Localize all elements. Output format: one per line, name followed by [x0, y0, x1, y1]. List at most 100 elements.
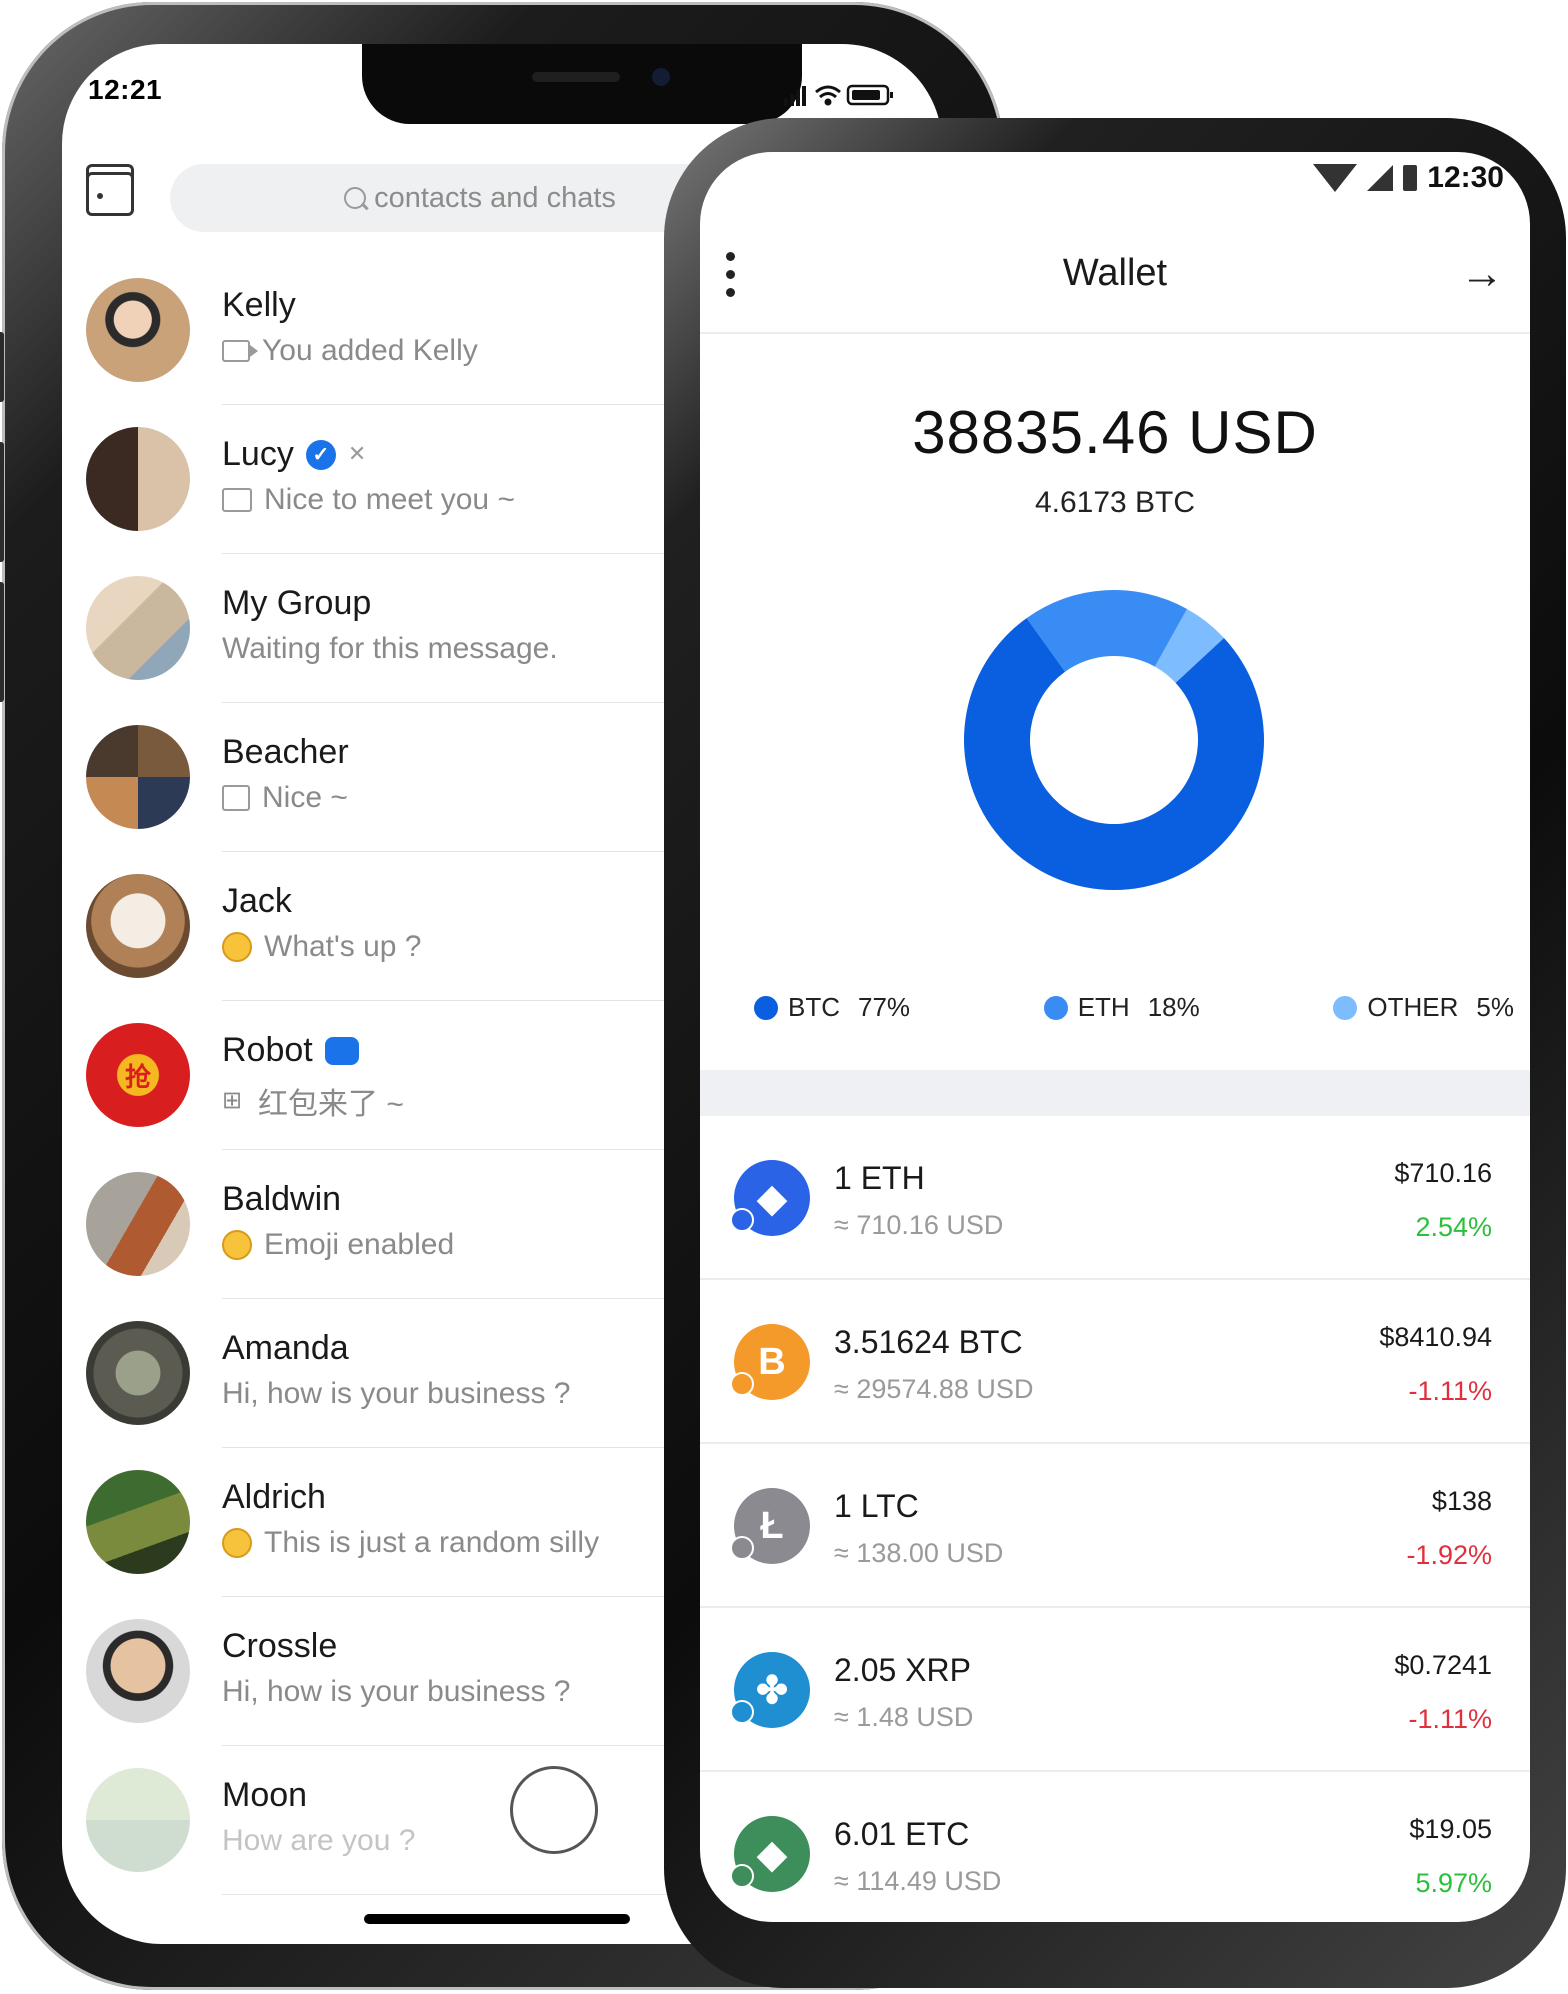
asset-price: $8410.94 [1379, 1322, 1492, 1352]
emoji-icon [222, 1528, 252, 1558]
chat-preview: Nice ~ [222, 781, 348, 815]
asset-price: $0.7241 [1394, 1650, 1492, 1680]
signal-icon [1367, 165, 1394, 191]
chat-preview: Emoji enabled [222, 1228, 454, 1262]
avatar [86, 427, 190, 531]
chat-preview: Nice to meet you ~ [222, 483, 515, 517]
asset-usd-value: ≈ 29574.88 USD [834, 1374, 1034, 1404]
legend-percent: 18% [1147, 992, 1200, 1022]
section-divider [700, 1070, 1530, 1116]
status-time: 12:30 [1427, 161, 1504, 194]
chat-name-text: Baldwin [222, 1180, 342, 1218]
legend-item: ETH 18% [1043, 992, 1200, 1023]
chat-name-text: Lucy [222, 435, 294, 473]
chat-name: Lucy ✓ ✕ [222, 435, 366, 474]
asset-row[interactable]: Ł 1 LTC ≈ 138.00 USD $138 -1.92% [700, 1444, 1530, 1608]
asset-row[interactable]: ✤ 2.05 XRP ≈ 1.48 USD $0.7241 -1.11% [700, 1608, 1530, 1772]
chat-preview-text: Nice to meet you ~ [264, 483, 515, 516]
app-icon: ⊞ [222, 1087, 243, 1114]
coin-icon: ◆ [730, 1160, 810, 1236]
mute-icon: ✕ [347, 442, 367, 467]
legend-label: ETH [1077, 992, 1130, 1022]
wallet-icon[interactable] [86, 164, 134, 216]
chat-name: Jack [222, 882, 292, 921]
avatar [86, 1321, 190, 1425]
avatar-text: 抢 [124, 1061, 151, 1092]
coin-badge-icon [730, 1536, 754, 1560]
allocation-donut-chart [964, 590, 1264, 890]
chat-name: Baldwin [222, 1180, 341, 1219]
asset-amount: 3.51624 BTC [834, 1324, 1023, 1360]
assistive-touch-button[interactable] [510, 1766, 598, 1854]
avatar [86, 1768, 190, 1872]
chat-name-text: Amanda [222, 1329, 349, 1367]
chat-name-text: Kelly [222, 286, 296, 324]
wallet-screen: 12:30 Wallet → 38835.46 USD 4.6173 BTC B… [700, 152, 1530, 1922]
emoji-icon [222, 1230, 252, 1260]
coin-badge-icon [730, 1700, 754, 1724]
chat-preview-text: Emoji enabled [264, 1228, 455, 1261]
wifi-icon [815, 85, 841, 106]
avatar [86, 278, 190, 382]
asset-row[interactable]: ◆ 1 ETH ≈ 710.16 USD $710.16 2.54% [700, 1116, 1530, 1280]
asset-usd-value: ≈ 1.48 USD [834, 1702, 974, 1732]
emoji-icon [222, 932, 252, 962]
chat-name: Aldrich [222, 1478, 326, 1517]
asset-change: 5.97% [1415, 1868, 1492, 1898]
legend-dot [754, 995, 778, 1020]
chat-preview-text: Hi, how is your business ? [222, 1377, 571, 1410]
chat-preview: You added Kelly [222, 334, 478, 368]
asset-amount: 2.05 XRP [834, 1652, 971, 1688]
asset-row[interactable]: ◆ 6.01 ETC ≈ 114.49 USD $19.05 5.97% [700, 1772, 1530, 1922]
chat-name: My Group [222, 584, 371, 623]
coin-icon: Ł [730, 1488, 810, 1564]
signal-icon [784, 86, 806, 106]
chat-name-text: Moon [222, 1776, 308, 1814]
legend-item: OTHER 5% [1333, 992, 1514, 1023]
verified-badge-icon: ✓ [305, 439, 336, 470]
chat-preview-text: What's up ? [264, 930, 422, 963]
image-icon [222, 488, 252, 512]
status-bar: 12:30 [1313, 158, 1504, 198]
chat-preview: Waiting for this message. [222, 632, 558, 666]
chat-preview: Hi, how is your business ? [222, 1675, 571, 1709]
chat-name-text: Beacher [222, 733, 349, 771]
coin-badge-icon [730, 1372, 754, 1396]
legend-dot [1333, 995, 1358, 1020]
notch [362, 44, 802, 124]
coin-badge-icon [730, 1208, 754, 1232]
avatar [86, 1619, 190, 1723]
asset-amount: 1 LTC [834, 1488, 919, 1524]
avatar [86, 1172, 190, 1276]
balance-btc: 4.6173 BTC [1034, 486, 1196, 519]
home-indicator[interactable] [364, 1914, 630, 1924]
avatar [86, 1470, 190, 1574]
chat-preview: How are you ? [222, 1824, 415, 1858]
chat-name-text: Robot [222, 1031, 313, 1069]
asset-change: -1.11% [1408, 1704, 1492, 1734]
chat-name-text: My Group [222, 584, 372, 622]
arrow-right-icon[interactable]: → [1460, 252, 1504, 296]
coin-icon: B [730, 1324, 810, 1400]
balance-usd: 38835.46 USD [912, 399, 1318, 466]
legend-percent: 5% [1476, 992, 1514, 1022]
chat-name: Robot [222, 1031, 359, 1070]
coin-icon: ◆ [730, 1816, 810, 1892]
chat-name: Crossle [222, 1627, 337, 1666]
chat-preview-text: You added Kelly [262, 334, 478, 367]
chat-name-text: Aldrich [222, 1478, 326, 1516]
legend-percent: 77% [858, 992, 911, 1022]
wifi-icon [1313, 164, 1358, 192]
asset-usd-value: ≈ 114.49 USD [834, 1866, 1002, 1896]
legend-label: OTHER [1367, 992, 1459, 1022]
asset-price: $19.05 [1409, 1814, 1492, 1844]
asset-price: $710.16 [1394, 1158, 1492, 1188]
chat-preview-text: Hi, how is your business ? [222, 1675, 571, 1708]
asset-row[interactable]: B 3.51624 BTC ≈ 29574.88 USD $8410.94 -1.11% [700, 1280, 1530, 1444]
legend-label: BTC [788, 992, 840, 1022]
video-icon [222, 340, 258, 362]
asset-change: -1.92% [1406, 1540, 1492, 1570]
asset-change: 2.54% [1415, 1212, 1492, 1242]
chat-preview: What's up ? [222, 930, 421, 964]
chat-name-text: Jack [222, 882, 292, 920]
